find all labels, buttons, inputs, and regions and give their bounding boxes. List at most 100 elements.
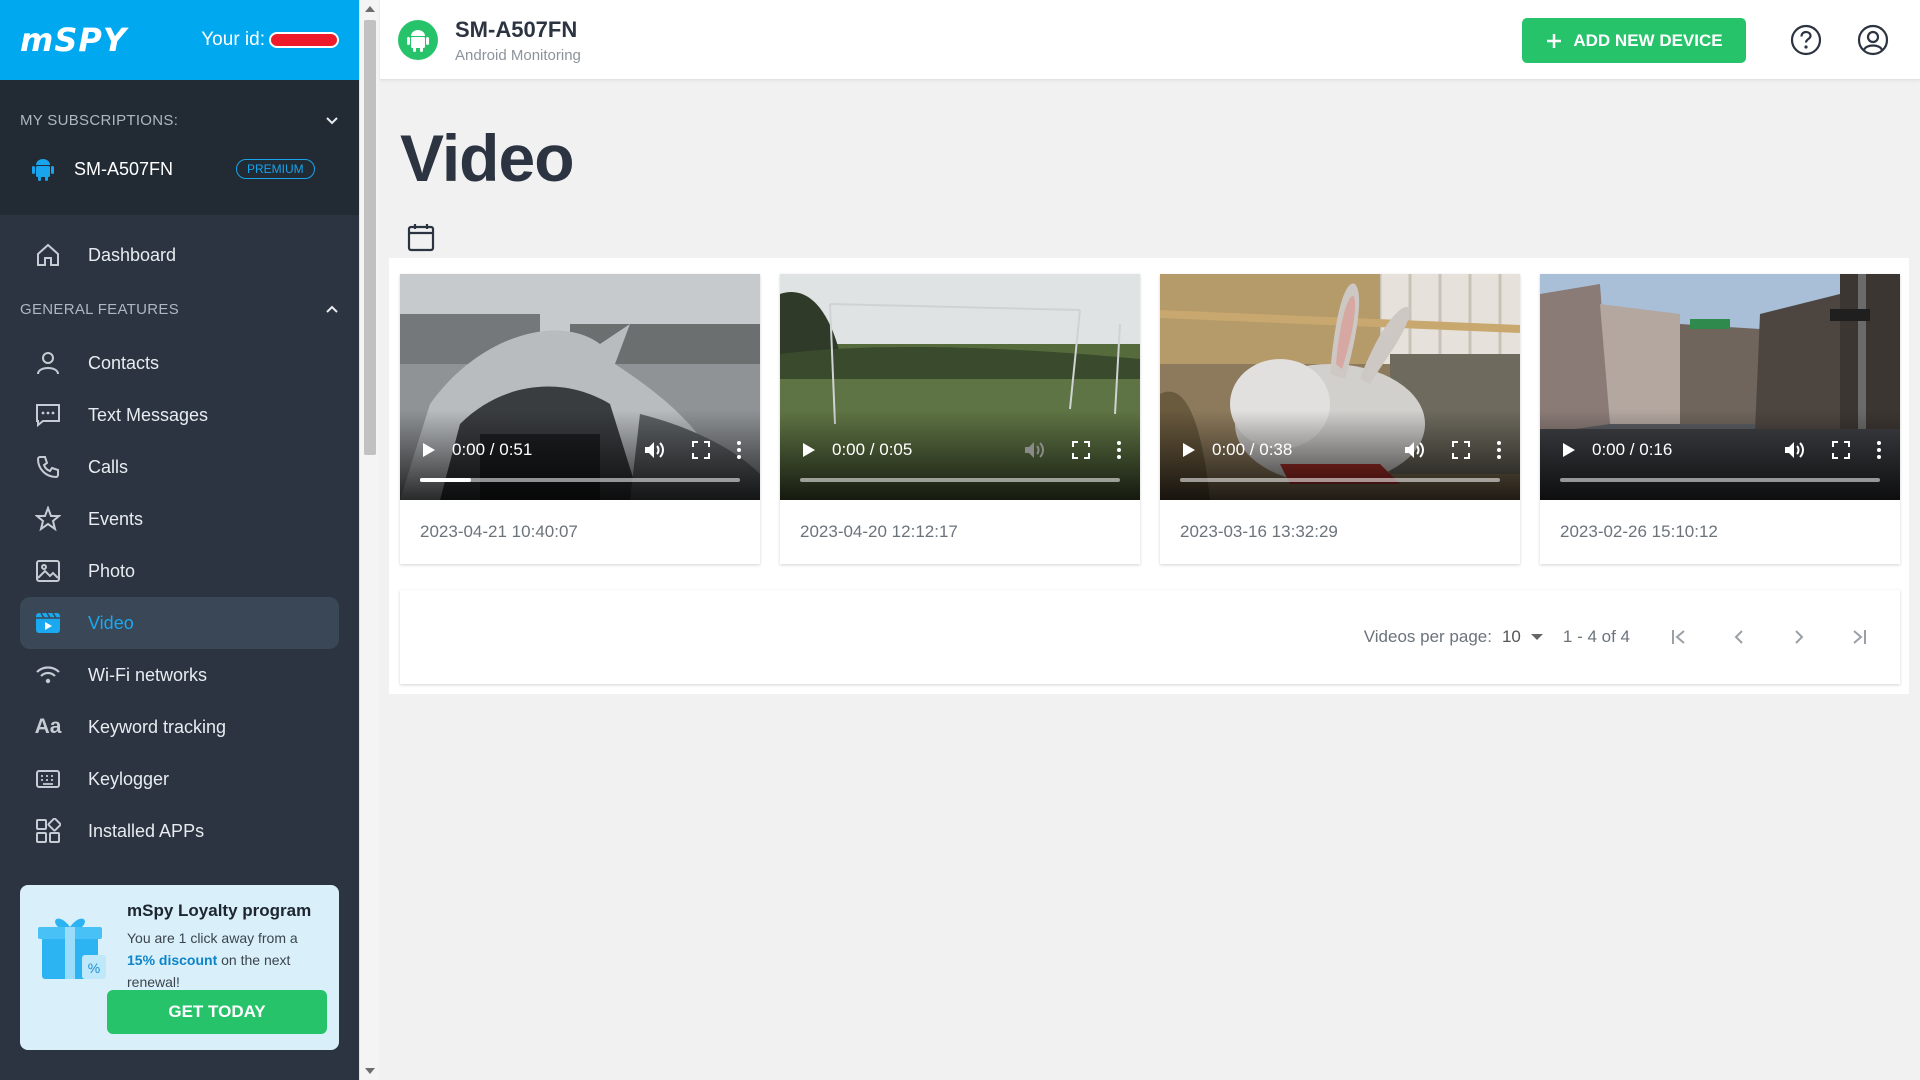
subscriptions-title: MY SUBSCRIPTIONS: — [20, 112, 179, 129]
subscriptions-panel: MY SUBSCRIPTIONS: SM-A507FN PREMIUM — [0, 80, 359, 215]
play-icon[interactable] — [1562, 442, 1576, 458]
video-player[interactable]: 0:00 / 0:16 — [1540, 274, 1900, 500]
calendar-icon[interactable] — [407, 222, 435, 252]
sidebar-item-label: Photo — [88, 560, 136, 581]
user-id-label: Your id: — [201, 29, 265, 50]
video-progress-bar[interactable] — [1180, 478, 1500, 482]
video-player[interactable]: 0:00 / 0:05 — [780, 274, 1140, 500]
account-icon[interactable] — [1857, 24, 1889, 56]
volume-icon[interactable] — [644, 440, 666, 460]
more-options-icon[interactable] — [1876, 440, 1882, 460]
mspy-logo[interactable]: mSPY — [20, 21, 127, 59]
message-icon — [36, 404, 60, 428]
loyalty-description: You are 1 click away from a 15% discount… — [127, 930, 298, 990]
first-page-icon — [1672, 630, 1685, 644]
video-progress-bar[interactable] — [420, 478, 740, 482]
apps-icon — [36, 818, 61, 843]
volume-icon[interactable] — [1784, 440, 1806, 460]
android-icon — [407, 30, 429, 52]
sidebar-item-installed-apps[interactable]: Installed APPs — [20, 805, 339, 857]
sidebar-item-label: Contacts — [88, 352, 160, 373]
first-page-button[interactable] — [1668, 626, 1690, 648]
video-card: 0:00 / 0:38 2023-03-16 13:32:29 — [1160, 274, 1520, 564]
sidebar-item-keylogger[interactable]: Keylogger — [20, 753, 339, 805]
text-icon: Aa — [34, 715, 62, 738]
video-time: 0:00 / 0:16 — [1592, 440, 1673, 459]
fullscreen-icon[interactable] — [1452, 441, 1470, 459]
video-card: 0:00 / 0:51 2023-04-21 10:40:07 — [400, 274, 760, 564]
get-today-button[interactable]: GET TODAY — [107, 990, 327, 1034]
sidebar-item-contacts[interactable]: Contacts — [20, 337, 339, 389]
user-id: Your id: — [201, 29, 339, 51]
brand-bar: mSPY Your id: — [0, 0, 359, 80]
per-page-label: Videos per page: — [1363, 627, 1492, 646]
last-page-button[interactable] — [1848, 626, 1870, 648]
general-features-header[interactable]: GENERAL FEATURES — [0, 281, 359, 337]
volume-icon[interactable] — [1404, 440, 1426, 460]
scroll-up-arrow-icon[interactable] — [365, 6, 375, 12]
video-controls: 0:00 / 0:16 — [1540, 410, 1900, 500]
video-progress-bar[interactable] — [1560, 478, 1880, 482]
fullscreen-icon[interactable] — [692, 441, 710, 459]
previous-page-button[interactable] — [1728, 626, 1750, 648]
play-icon[interactable] — [802, 442, 816, 458]
chevron-up-icon[interactable] — [325, 302, 339, 316]
subscription-device[interactable]: SM-A507FN PREMIUM — [20, 157, 339, 181]
video-progress-bar[interactable] — [800, 478, 1120, 482]
add-new-device-button[interactable]: ADD NEW DEVICE — [1522, 18, 1746, 63]
video-controls: 0:00 / 0:51 — [400, 410, 760, 500]
sidebar-item-wifi-networks[interactable]: Wi-Fi networks — [20, 649, 339, 701]
sidebar-scrollbar[interactable] — [359, 0, 379, 1080]
chevron-down-icon[interactable] — [325, 114, 339, 128]
play-icon[interactable] — [422, 442, 436, 458]
play-icon[interactable] — [1182, 442, 1196, 458]
android-icon — [32, 159, 54, 181]
sidebar: mSPY Your id: MY SUBSCRIPTIONS: SM-A507F… — [0, 0, 359, 1080]
image-icon — [36, 560, 60, 582]
fullscreen-icon[interactable] — [1832, 441, 1850, 459]
sidebar-item-text-messages[interactable]: Text Messages — [20, 389, 339, 441]
sidebar-item-dashboard[interactable]: Dashboard — [20, 229, 339, 281]
section-title: GENERAL FEATURES — [20, 300, 179, 318]
video-date: 2023-04-20 12:12:17 — [800, 522, 958, 541]
scrollbar-thumb[interactable] — [364, 20, 376, 455]
page-range: 1 - 4 of 4 — [1562, 627, 1630, 646]
phone-icon — [36, 456, 59, 479]
video-date: 2023-03-16 13:32:29 — [1180, 522, 1338, 541]
sidebar-item-label: Dashboard — [88, 244, 177, 265]
more-options-icon[interactable] — [736, 440, 742, 460]
chevron-right-icon — [1795, 630, 1804, 644]
more-options-icon[interactable] — [1116, 440, 1122, 460]
svg-text:%: % — [88, 960, 100, 976]
gift-icon: % — [38, 918, 106, 979]
more-options-icon[interactable] — [1496, 440, 1502, 460]
top-header: SM-A507FN Android Monitoring ADD NEW DEV… — [380, 0, 1920, 80]
video-icon — [36, 612, 60, 633]
video-player[interactable]: 0:00 / 0:38 — [1160, 274, 1520, 500]
sidebar-item-video[interactable]: Video — [20, 597, 339, 649]
video-date: 2023-04-21 10:40:07 — [420, 522, 578, 541]
discount-highlight: 15% discount — [127, 952, 218, 968]
add-new-device-label: ADD NEW DEVICE — [1573, 30, 1723, 50]
per-page-select[interactable]: 10 — [1502, 627, 1521, 647]
sidebar-item-photo[interactable]: Photo — [20, 545, 339, 597]
dropdown-caret-icon[interactable] — [1530, 634, 1543, 640]
sidebar-item-label: Keyword tracking — [88, 716, 227, 737]
volume-muted-icon[interactable] — [1024, 440, 1046, 460]
last-page-icon — [1853, 630, 1866, 644]
premium-badge: PREMIUM — [236, 159, 315, 179]
home-icon — [37, 243, 59, 266]
video-controls: 0:00 / 0:05 — [780, 410, 1140, 500]
scroll-down-arrow-icon[interactable] — [365, 1068, 375, 1074]
video-player[interactable]: 0:00 / 0:51 — [400, 274, 760, 500]
sidebar-item-label: Video — [88, 612, 134, 633]
sidebar-item-events[interactable]: Events — [20, 493, 339, 545]
sidebar-item-calls[interactable]: Calls — [20, 441, 339, 493]
sidebar-item-label: Wi-Fi networks — [88, 664, 208, 685]
sidebar-item-keyword-tracking[interactable]: Aa Keyword tracking — [20, 701, 339, 753]
next-page-button[interactable] — [1788, 626, 1810, 648]
redacted-id — [269, 32, 339, 48]
help-icon[interactable] — [1790, 24, 1822, 56]
fullscreen-icon[interactable] — [1072, 441, 1090, 459]
device-title: SM-A507FN — [455, 17, 578, 42]
